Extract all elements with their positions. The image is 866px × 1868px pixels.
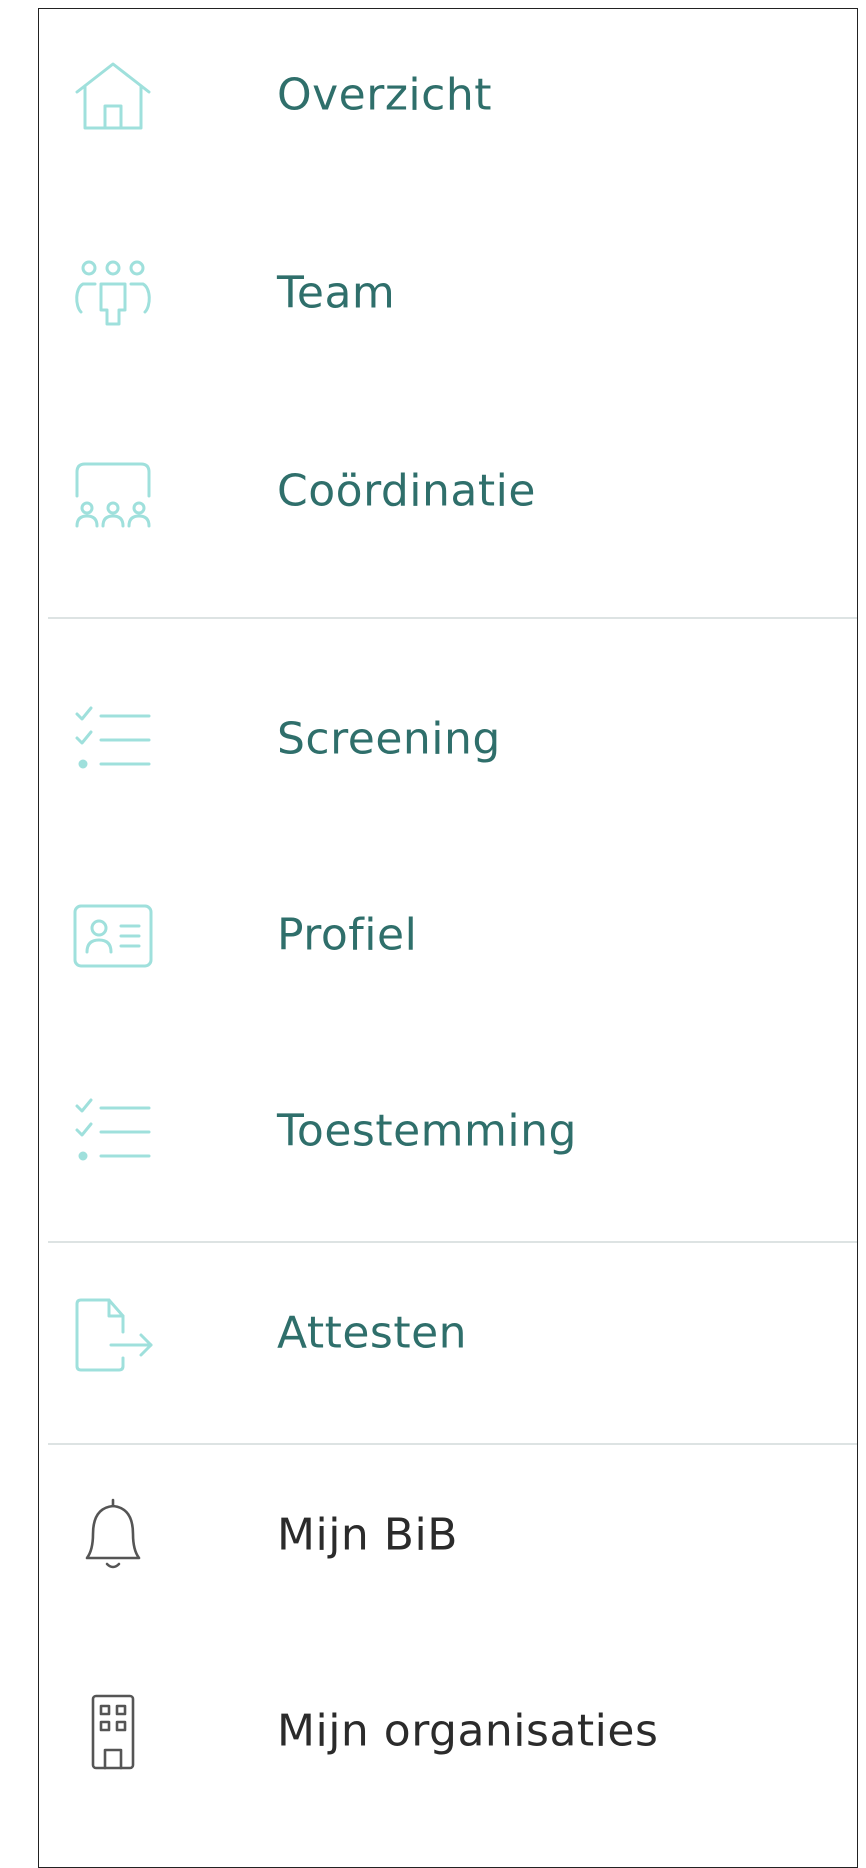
checklist-icon (67, 694, 159, 786)
menu-item-toestemming[interactable]: Toestemming (39, 1077, 857, 1187)
building-icon (67, 1686, 159, 1778)
menu-item-label: Profiel (277, 909, 418, 961)
menu-item-label: Screening (277, 713, 501, 765)
menu-item-team[interactable]: Team (39, 239, 857, 349)
menu-item-label: Team (277, 267, 396, 319)
menu-item-coordinatie[interactable]: Coördinatie (39, 437, 857, 547)
menu-item-profiel[interactable]: Profiel (39, 881, 857, 991)
menu-item-attesten[interactable]: Attesten (39, 1279, 857, 1389)
document-export-icon (67, 1288, 159, 1380)
menu-item-label: Coördinatie (277, 465, 536, 517)
menu-item-screening[interactable]: Screening (39, 685, 857, 795)
menu-item-label: Mijn BiB (277, 1509, 458, 1561)
menu-divider (48, 617, 857, 619)
checklist-icon (67, 1086, 159, 1178)
menu-divider (48, 1443, 857, 1445)
team-icon (67, 248, 159, 340)
menu-item-label: Toestemming (277, 1105, 577, 1157)
menu-item-label: Attesten (277, 1307, 468, 1359)
house-icon (67, 50, 159, 142)
menu-item-mijn-bib[interactable]: Mijn BiB (39, 1481, 857, 1591)
menu-item-overzicht[interactable]: Overzicht (39, 41, 857, 151)
id-card-icon (67, 890, 159, 982)
menu-item-mijn-organisaties[interactable]: Mijn organisaties (39, 1677, 857, 1787)
coordination-icon (67, 446, 159, 538)
menu-divider (48, 1241, 857, 1243)
menu-item-label: Overzicht (277, 69, 492, 121)
navigation-menu: Overzicht Team Coördinatie Screening Pro… (38, 8, 858, 1868)
menu-item-label: Mijn organisaties (277, 1705, 659, 1757)
bell-icon (67, 1490, 159, 1582)
